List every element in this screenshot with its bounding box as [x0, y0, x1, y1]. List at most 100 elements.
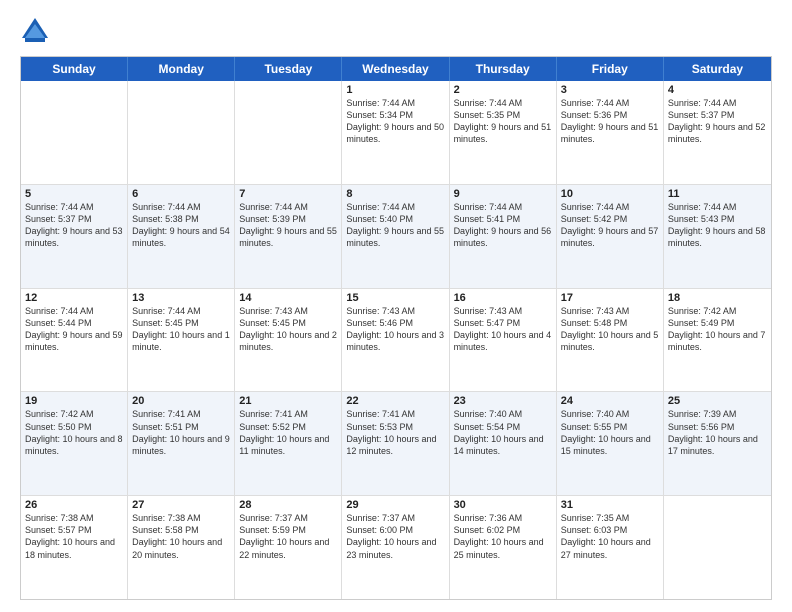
day-info: Sunrise: 7:41 AM Sunset: 5:51 PM Dayligh… — [132, 408, 230, 457]
day-number: 13 — [132, 292, 230, 304]
day-info: Sunrise: 7:40 AM Sunset: 5:55 PM Dayligh… — [561, 408, 659, 457]
calendar-cell-w3-d5: 16Sunrise: 7:43 AM Sunset: 5:47 PM Dayli… — [450, 289, 557, 392]
calendar-cell-w1-d7: 4Sunrise: 7:44 AM Sunset: 5:37 PM Daylig… — [664, 81, 771, 184]
calendar-week-1: 1Sunrise: 7:44 AM Sunset: 5:34 PM Daylig… — [21, 81, 771, 185]
calendar-week-2: 5Sunrise: 7:44 AM Sunset: 5:37 PM Daylig… — [21, 185, 771, 289]
day-number: 24 — [561, 395, 659, 407]
header — [20, 16, 772, 46]
day-info: Sunrise: 7:37 AM Sunset: 6:00 PM Dayligh… — [346, 512, 444, 561]
calendar-cell-w2-d7: 11Sunrise: 7:44 AM Sunset: 5:43 PM Dayli… — [664, 185, 771, 288]
day-number: 22 — [346, 395, 444, 407]
calendar-cell-w4-d4: 22Sunrise: 7:41 AM Sunset: 5:53 PM Dayli… — [342, 392, 449, 495]
calendar-cell-w4-d3: 21Sunrise: 7:41 AM Sunset: 5:52 PM Dayli… — [235, 392, 342, 495]
day-info: Sunrise: 7:35 AM Sunset: 6:03 PM Dayligh… — [561, 512, 659, 561]
day-number: 19 — [25, 395, 123, 407]
day-number: 6 — [132, 188, 230, 200]
day-info: Sunrise: 7:44 AM Sunset: 5:38 PM Dayligh… — [132, 201, 230, 250]
calendar-week-5: 26Sunrise: 7:38 AM Sunset: 5:57 PM Dayli… — [21, 496, 771, 599]
day-number: 23 — [454, 395, 552, 407]
calendar-cell-w1-d3 — [235, 81, 342, 184]
day-info: Sunrise: 7:36 AM Sunset: 6:02 PM Dayligh… — [454, 512, 552, 561]
calendar-cell-w4-d6: 24Sunrise: 7:40 AM Sunset: 5:55 PM Dayli… — [557, 392, 664, 495]
calendar-cell-w3-d4: 15Sunrise: 7:43 AM Sunset: 5:46 PM Dayli… — [342, 289, 449, 392]
weekday-header-monday: Monday — [128, 57, 235, 81]
day-info: Sunrise: 7:44 AM Sunset: 5:44 PM Dayligh… — [25, 305, 123, 354]
day-number: 20 — [132, 395, 230, 407]
day-number: 1 — [346, 84, 444, 96]
day-number: 10 — [561, 188, 659, 200]
day-info: Sunrise: 7:44 AM Sunset: 5:39 PM Dayligh… — [239, 201, 337, 250]
day-info: Sunrise: 7:44 AM Sunset: 5:45 PM Dayligh… — [132, 305, 230, 354]
day-info: Sunrise: 7:44 AM Sunset: 5:34 PM Dayligh… — [346, 97, 444, 146]
day-number: 9 — [454, 188, 552, 200]
day-number: 5 — [25, 188, 123, 200]
day-number: 21 — [239, 395, 337, 407]
day-info: Sunrise: 7:44 AM Sunset: 5:43 PM Dayligh… — [668, 201, 767, 250]
day-info: Sunrise: 7:42 AM Sunset: 5:50 PM Dayligh… — [25, 408, 123, 457]
day-number: 2 — [454, 84, 552, 96]
day-info: Sunrise: 7:44 AM Sunset: 5:42 PM Dayligh… — [561, 201, 659, 250]
day-number: 27 — [132, 499, 230, 511]
day-info: Sunrise: 7:41 AM Sunset: 5:52 PM Dayligh… — [239, 408, 337, 457]
calendar-cell-w2-d2: 6Sunrise: 7:44 AM Sunset: 5:38 PM Daylig… — [128, 185, 235, 288]
calendar-cell-w5-d6: 31Sunrise: 7:35 AM Sunset: 6:03 PM Dayli… — [557, 496, 664, 599]
day-info: Sunrise: 7:42 AM Sunset: 5:49 PM Dayligh… — [668, 305, 767, 354]
day-number: 7 — [239, 188, 337, 200]
calendar-cell-w4-d2: 20Sunrise: 7:41 AM Sunset: 5:51 PM Dayli… — [128, 392, 235, 495]
day-number: 30 — [454, 499, 552, 511]
calendar-cell-w3-d3: 14Sunrise: 7:43 AM Sunset: 5:45 PM Dayli… — [235, 289, 342, 392]
day-number: 17 — [561, 292, 659, 304]
calendar-cell-w1-d2 — [128, 81, 235, 184]
calendar-cell-w1-d6: 3Sunrise: 7:44 AM Sunset: 5:36 PM Daylig… — [557, 81, 664, 184]
day-info: Sunrise: 7:44 AM Sunset: 5:36 PM Dayligh… — [561, 97, 659, 146]
day-info: Sunrise: 7:43 AM Sunset: 5:48 PM Dayligh… — [561, 305, 659, 354]
day-info: Sunrise: 7:38 AM Sunset: 5:57 PM Dayligh… — [25, 512, 123, 561]
weekday-header-sunday: Sunday — [21, 57, 128, 81]
calendar-cell-w1-d1 — [21, 81, 128, 184]
day-info: Sunrise: 7:37 AM Sunset: 5:59 PM Dayligh… — [239, 512, 337, 561]
day-number: 28 — [239, 499, 337, 511]
day-number: 11 — [668, 188, 767, 200]
page: SundayMondayTuesdayWednesdayThursdayFrid… — [0, 0, 792, 612]
calendar-cell-w5-d3: 28Sunrise: 7:37 AM Sunset: 5:59 PM Dayli… — [235, 496, 342, 599]
weekday-header-thursday: Thursday — [450, 57, 557, 81]
day-number: 3 — [561, 84, 659, 96]
day-number: 16 — [454, 292, 552, 304]
day-number: 18 — [668, 292, 767, 304]
logo-icon — [20, 16, 50, 46]
day-info: Sunrise: 7:38 AM Sunset: 5:58 PM Dayligh… — [132, 512, 230, 561]
weekday-header-wednesday: Wednesday — [342, 57, 449, 81]
calendar-cell-w1-d5: 2Sunrise: 7:44 AM Sunset: 5:35 PM Daylig… — [450, 81, 557, 184]
day-info: Sunrise: 7:40 AM Sunset: 5:54 PM Dayligh… — [454, 408, 552, 457]
calendar-cell-w5-d5: 30Sunrise: 7:36 AM Sunset: 6:02 PM Dayli… — [450, 496, 557, 599]
calendar-cell-w4-d1: 19Sunrise: 7:42 AM Sunset: 5:50 PM Dayli… — [21, 392, 128, 495]
calendar-cell-w3-d7: 18Sunrise: 7:42 AM Sunset: 5:49 PM Dayli… — [664, 289, 771, 392]
calendar-cell-w3-d2: 13Sunrise: 7:44 AM Sunset: 5:45 PM Dayli… — [128, 289, 235, 392]
calendar-cell-w2-d6: 10Sunrise: 7:44 AM Sunset: 5:42 PM Dayli… — [557, 185, 664, 288]
calendar-cell-w1-d4: 1Sunrise: 7:44 AM Sunset: 5:34 PM Daylig… — [342, 81, 449, 184]
day-number: 26 — [25, 499, 123, 511]
calendar-cell-w4-d7: 25Sunrise: 7:39 AM Sunset: 5:56 PM Dayli… — [664, 392, 771, 495]
calendar: SundayMondayTuesdayWednesdayThursdayFrid… — [20, 56, 772, 600]
calendar-cell-w2-d4: 8Sunrise: 7:44 AM Sunset: 5:40 PM Daylig… — [342, 185, 449, 288]
calendar-cell-w5-d7 — [664, 496, 771, 599]
calendar-body: 1Sunrise: 7:44 AM Sunset: 5:34 PM Daylig… — [21, 81, 771, 599]
weekday-header-friday: Friday — [557, 57, 664, 81]
day-info: Sunrise: 7:44 AM Sunset: 5:37 PM Dayligh… — [25, 201, 123, 250]
day-info: Sunrise: 7:43 AM Sunset: 5:47 PM Dayligh… — [454, 305, 552, 354]
weekday-header-tuesday: Tuesday — [235, 57, 342, 81]
calendar-cell-w4-d5: 23Sunrise: 7:40 AM Sunset: 5:54 PM Dayli… — [450, 392, 557, 495]
day-info: Sunrise: 7:41 AM Sunset: 5:53 PM Dayligh… — [346, 408, 444, 457]
day-info: Sunrise: 7:43 AM Sunset: 5:45 PM Dayligh… — [239, 305, 337, 354]
day-info: Sunrise: 7:44 AM Sunset: 5:37 PM Dayligh… — [668, 97, 767, 146]
day-number: 8 — [346, 188, 444, 200]
day-info: Sunrise: 7:43 AM Sunset: 5:46 PM Dayligh… — [346, 305, 444, 354]
day-number: 4 — [668, 84, 767, 96]
calendar-cell-w5-d1: 26Sunrise: 7:38 AM Sunset: 5:57 PM Dayli… — [21, 496, 128, 599]
day-number: 29 — [346, 499, 444, 511]
day-info: Sunrise: 7:44 AM Sunset: 5:41 PM Dayligh… — [454, 201, 552, 250]
day-info: Sunrise: 7:39 AM Sunset: 5:56 PM Dayligh… — [668, 408, 767, 457]
weekday-header-saturday: Saturday — [664, 57, 771, 81]
calendar-cell-w5-d4: 29Sunrise: 7:37 AM Sunset: 6:00 PM Dayli… — [342, 496, 449, 599]
day-number: 31 — [561, 499, 659, 511]
